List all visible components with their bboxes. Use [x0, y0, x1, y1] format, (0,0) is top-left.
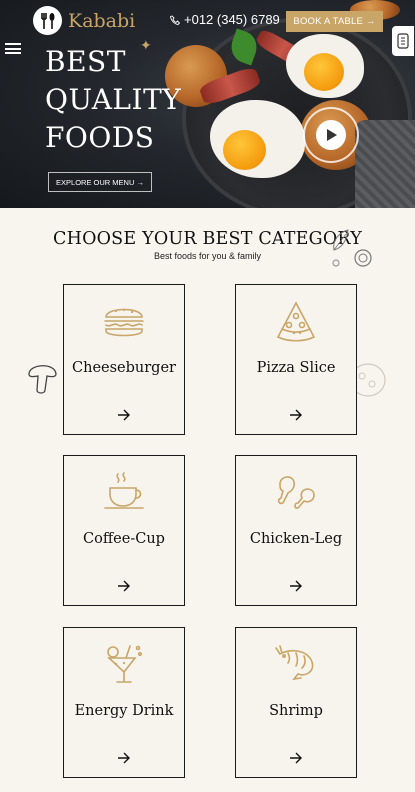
- arrow-right-icon[interactable]: [117, 409, 131, 421]
- category-label: Pizza Slice: [256, 360, 336, 376]
- cocktail-icon: [106, 645, 142, 683]
- side-widget-button[interactable]: [392, 26, 414, 56]
- egg-yolk-image: [304, 53, 344, 91]
- arrow-right-icon[interactable]: [117, 580, 131, 592]
- book-a-table-button[interactable]: BOOK A TABLE →: [286, 11, 383, 32]
- category-card[interactable]: Pizza Slice: [235, 284, 357, 435]
- mushroom-sketch-icon: [28, 365, 57, 394]
- hero-title: BEST QUALITY FOODS: [45, 43, 181, 157]
- hero-title-line: QUALITY: [45, 83, 182, 116]
- shrimp-icon: [275, 645, 314, 681]
- napkin-image: [355, 120, 415, 208]
- category-card[interactable]: Energy Drink: [63, 627, 185, 778]
- burger-icon: [104, 308, 144, 337]
- category-label: Shrimp: [269, 703, 323, 719]
- phone-icon: [170, 14, 180, 25]
- settings-panel-icon: [397, 33, 409, 49]
- category-card[interactable]: Chicken-Leg: [235, 455, 357, 606]
- category-label: Chicken-Leg: [249, 531, 343, 547]
- hamburger-menu-icon[interactable]: [5, 43, 21, 54]
- category-card[interactable]: Coffee-Cup: [63, 455, 185, 606]
- category-label: Coffee-Cup: [83, 531, 165, 547]
- hero-banner: Kababi +012 (345) 6789 BOOK A TABLE → ✦ …: [0, 0, 415, 208]
- olive-sketch-icon: [332, 249, 372, 267]
- brand-name: Kababi: [68, 9, 136, 32]
- hero-title-line: FOODS: [45, 121, 155, 154]
- explore-menu-button[interactable]: EXPLORE OUR MENU →: [48, 172, 152, 192]
- pizza-icon: [276, 301, 316, 342]
- arrow-right-icon[interactable]: [289, 752, 303, 764]
- category-card[interactable]: Shrimp: [235, 627, 357, 778]
- arrow-right-icon[interactable]: [289, 580, 303, 592]
- arrow-right-icon[interactable]: [289, 409, 303, 421]
- arrow-right-icon[interactable]: [117, 752, 131, 764]
- chicken-leg-icon: [277, 476, 315, 509]
- category-label: Energy Drink: [74, 703, 174, 719]
- phone-number[interactable]: +012 (345) 6789: [170, 12, 280, 27]
- category-label: Cheeseburger: [72, 360, 176, 376]
- egg-yolk-image: [223, 130, 266, 170]
- fork-spoon-icon: [33, 6, 62, 35]
- play-icon: [316, 120, 346, 150]
- hero-title-line: BEST: [45, 45, 126, 78]
- category-card[interactable]: Cheeseburger: [63, 284, 185, 435]
- phone-number-label: +012 (345) 6789: [184, 12, 280, 27]
- brand-logo[interactable]: Kababi: [33, 6, 135, 35]
- coffee-cup-icon: [104, 472, 144, 509]
- section-title: CHOOSE YOUR BEST CATEGORY: [53, 229, 362, 249]
- play-video-button[interactable]: [303, 107, 359, 163]
